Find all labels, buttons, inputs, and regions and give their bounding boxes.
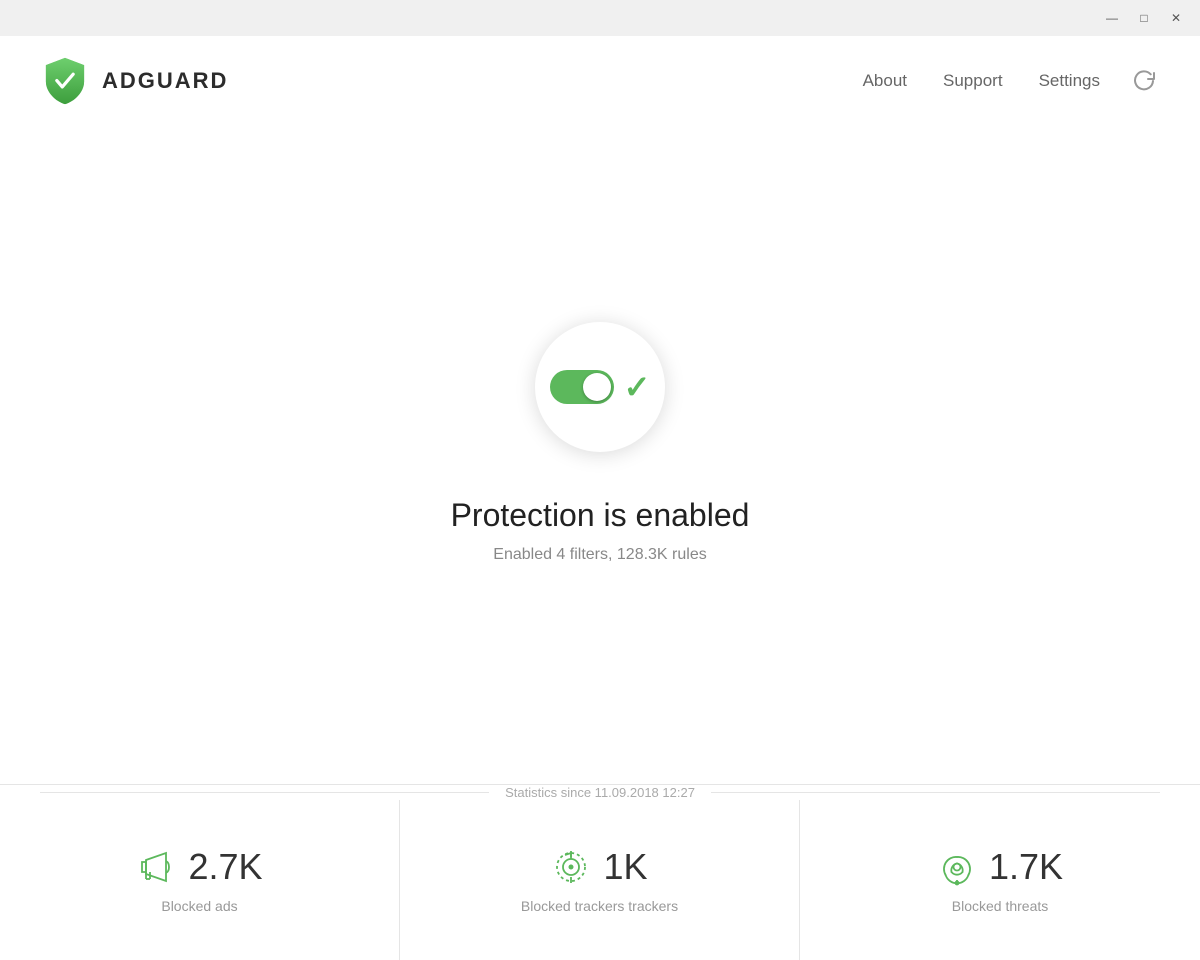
toggle-thumb <box>583 373 611 401</box>
target-icon <box>551 847 591 887</box>
adguard-logo-icon <box>40 56 90 106</box>
stat-trackers-top: 1K <box>551 846 647 888</box>
stat-blocked-ads: 2.7K Blocked ads <box>0 800 400 960</box>
minimize-button[interactable]: — <box>1096 4 1128 32</box>
blocked-trackers-label: Blocked trackers trackers <box>521 898 678 914</box>
stats-grid: 2.7K Blocked ads 1K Block <box>0 800 1200 960</box>
protection-toggle[interactable] <box>550 370 614 404</box>
protection-subtitle: Enabled 4 filters, 128.3K rules <box>493 546 706 564</box>
refresh-icon <box>1133 70 1155 92</box>
refresh-button[interactable] <box>1128 65 1160 97</box>
restore-button[interactable]: □ <box>1128 4 1160 32</box>
megaphone-icon <box>136 847 176 887</box>
stats-since-label: Statistics since 11.09.2018 12:27 <box>489 785 711 800</box>
titlebar: — □ ✕ <box>0 0 1200 36</box>
app-window: ADGUARD About Support Settings <box>0 36 1200 960</box>
blocked-threats-value: 1.7K <box>989 846 1063 888</box>
stat-threats-top: 1.7K <box>937 846 1063 888</box>
protection-title: Protection is enabled <box>451 497 750 534</box>
support-link[interactable]: Support <box>935 67 1011 95</box>
header: ADGUARD About Support Settings <box>0 36 1200 126</box>
blocked-ads-value: 2.7K <box>188 846 262 888</box>
toggle-area: ✓ <box>550 368 651 406</box>
biohazard-icon <box>937 847 977 887</box>
blocked-threats-label: Blocked threats <box>952 898 1049 914</box>
logo-text: ADGUARD <box>102 68 228 94</box>
stat-blocked-trackers: 1K Blocked trackers trackers <box>400 800 800 960</box>
toggle-circle: ✓ <box>535 322 665 452</box>
blocked-ads-label: Blocked ads <box>161 898 237 914</box>
divider-line-left <box>40 792 489 793</box>
stat-blocked-threats: 1.7K Blocked threats <box>800 800 1200 960</box>
close-button[interactable]: ✕ <box>1160 4 1192 32</box>
logo: ADGUARD <box>40 56 228 106</box>
about-link[interactable]: About <box>855 67 915 95</box>
stats-divider: Statistics since 11.09.2018 12:27 <box>0 785 1200 800</box>
blocked-trackers-value: 1K <box>603 846 647 888</box>
protection-section: ✓ Protection is enabled Enabled 4 filter… <box>0 126 1200 784</box>
stat-ads-top: 2.7K <box>136 846 262 888</box>
stats-section: Statistics since 11.09.2018 12:27 2.7K <box>0 784 1200 960</box>
nav-menu: About Support Settings <box>855 65 1160 97</box>
toggle-container: ✓ <box>520 307 680 467</box>
check-icon: ✓ <box>624 368 651 406</box>
divider-line-right <box>711 792 1160 793</box>
settings-link[interactable]: Settings <box>1031 67 1108 95</box>
